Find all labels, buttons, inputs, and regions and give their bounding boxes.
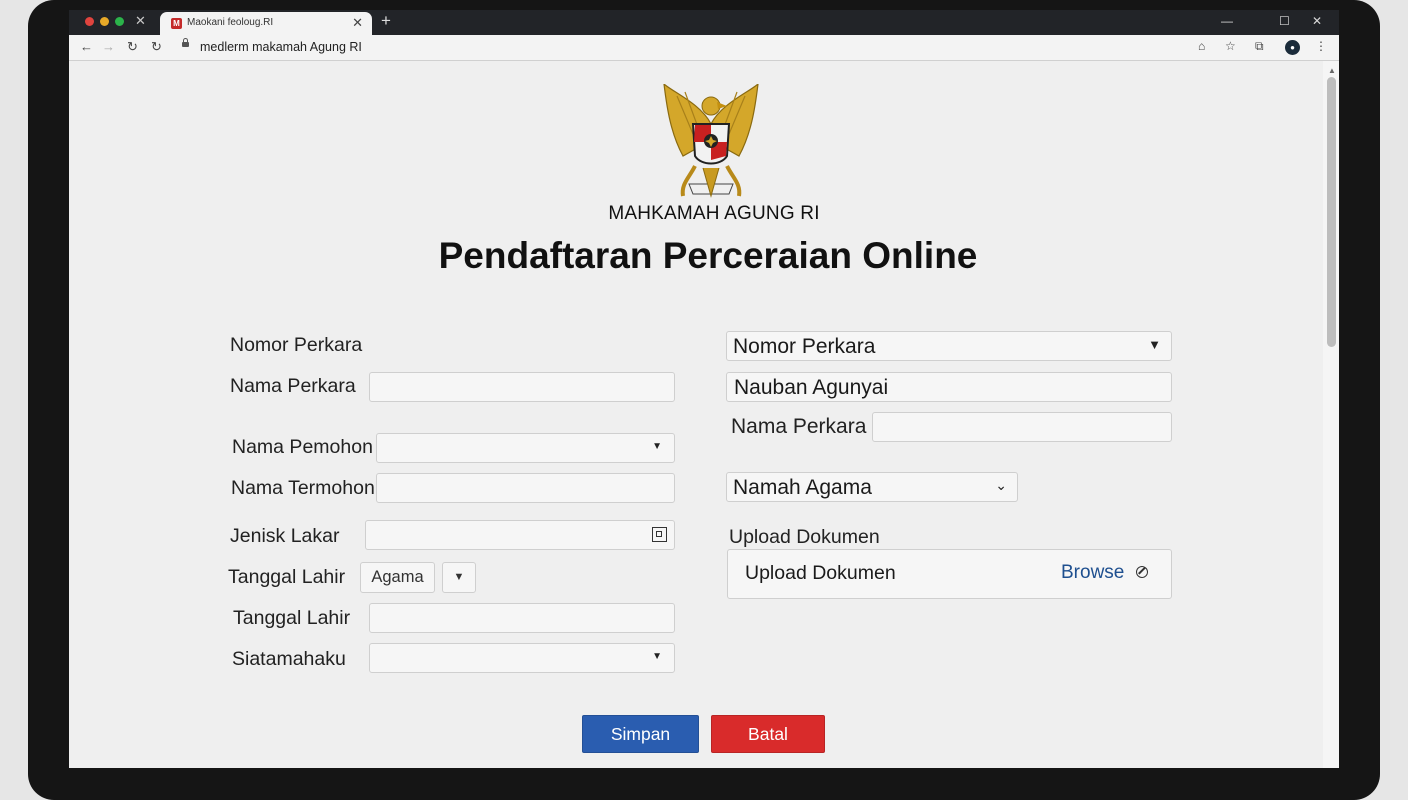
scrollbar[interactable]: ▲ [1323, 61, 1339, 768]
agama-select[interactable]: Agama [360, 562, 435, 593]
scrollbar-thumb[interactable] [1327, 77, 1336, 347]
namah-agama-value: Namah Agama [733, 476, 872, 499]
home-icon[interactable]: ⌂ [1198, 39, 1205, 53]
browser-tab[interactable]: M Maokani feoloug.RI ✕ [160, 12, 372, 35]
chevron-down-icon: ▼ [453, 571, 465, 583]
siatamahaku-label: Siatamahaku [232, 648, 346, 670]
nama-perkara-right-label: Nama Perkara [731, 415, 867, 438]
chevron-down-icon: ▼ [652, 651, 662, 662]
page-content: MAHKAMAH AGUNG RI Pendaftaran Perceraian… [69, 61, 1323, 768]
tab-close-icon[interactable]: ✕ [352, 15, 363, 31]
new-tab-icon[interactable]: + [381, 11, 391, 31]
tanggal-lahir-label: Tanggal Lahir [228, 566, 346, 588]
page-title: Pendaftaran Perceraian Online [438, 235, 978, 276]
cancel-button[interactable]: Batal [711, 715, 825, 753]
chevron-down-icon: ⌄ [995, 477, 1007, 493]
favicon-icon: M [171, 18, 182, 29]
nomor-perkara-select-value: Nomor Perkara [733, 335, 876, 358]
profile-avatar-icon[interactable]: ● [1285, 40, 1300, 55]
upload-dokumen-field[interactable]: Upload Dokumen Browse [727, 549, 1172, 599]
clear-icon[interactable] [1136, 566, 1148, 578]
garuda-emblem-icon [663, 84, 759, 198]
institution-name: MAHKAMAH AGUNG RI [608, 203, 820, 224]
nama-pemohon-select[interactable]: ▼ [376, 433, 675, 463]
close-icon[interactable]: ✕ [135, 13, 146, 29]
address-bar[interactable]: medlerm makamah Agung RI [200, 40, 362, 54]
save-button[interactable]: Simpan [582, 715, 699, 753]
maximize-dot-icon[interactable] [115, 17, 124, 26]
window-close-icon[interactable]: ✕ [1312, 14, 1322, 28]
browser-window: ✕ M Maokani feoloug.RI ✕ + — ☐ ✕ ← → ↻ ↻… [69, 10, 1339, 768]
minimize-icon[interactable]: — [1221, 14, 1233, 28]
tab-strip: ✕ M Maokani feoloug.RI ✕ + — ☐ ✕ [69, 10, 1339, 35]
chevron-down-icon: ▼ [652, 441, 662, 452]
jenisk-lakar-date-input[interactable] [365, 520, 675, 550]
upload-dokumen-text: Upload Dokumen [745, 562, 896, 584]
browser-toolbar: ← → ↻ ↻ medlerm makamah Agung RI ⌂ ☆ ⧉ ●… [69, 35, 1339, 61]
chevron-down-icon: ▼ [1148, 337, 1161, 352]
agama-dropdown-button[interactable]: ▼ [442, 562, 476, 593]
tab-title: Maokani feoloug.RI [187, 17, 274, 28]
forward-icon[interactable]: → [102, 39, 115, 54]
refresh-icon[interactable]: ↻ [151, 39, 162, 55]
namah-agama-select[interactable]: Namah Agama ⌄ [726, 472, 1018, 502]
nama-termohon-label: Nama Termohon [231, 477, 375, 499]
nomor-perkara-label: Nomor Perkara [230, 334, 363, 356]
siatamahaku-select[interactable]: ▼ [369, 643, 675, 673]
nama-perkara-right-input[interactable] [872, 412, 1172, 442]
calendar-icon[interactable] [652, 527, 667, 542]
nauban-agunyai-value: Nauban Agunyai [734, 376, 889, 399]
bookmark-star-icon[interactable]: ☆ [1225, 39, 1236, 53]
minimize-dot-icon[interactable] [100, 17, 109, 26]
tanggal-lahir-input[interactable] [369, 603, 675, 633]
nama-perkara-input[interactable] [369, 372, 675, 402]
nama-termohon-input[interactable] [376, 473, 675, 503]
tanggal-lahir-label-2: Tanggal Lahir [233, 607, 351, 629]
nauban-agunyai-input[interactable]: Nauban Agunyai [726, 372, 1172, 402]
menu-kebab-icon[interactable]: ⋮ [1315, 39, 1327, 53]
scroll-up-icon[interactable]: ▲ [1328, 66, 1336, 75]
restore-icon[interactable]: ☐ [1279, 14, 1290, 28]
extension-icon[interactable]: ⧉ [1255, 39, 1264, 54]
nama-perkara-label: Nama Perkara [230, 375, 356, 397]
back-icon[interactable]: ← [80, 39, 93, 54]
lock-icon[interactable] [182, 38, 189, 47]
browse-button[interactable]: Browse [1061, 562, 1124, 584]
upload-dokumen-label: Upload Dokumen [729, 526, 880, 548]
nama-pemohon-label: Nama Pemohon [232, 436, 373, 458]
window-dots [85, 17, 124, 26]
nomor-perkara-select[interactable]: Nomor Perkara ▼ [726, 331, 1172, 361]
reload-icon[interactable]: ↻ [127, 39, 138, 55]
close-dot-icon[interactable] [85, 17, 94, 26]
jenisk-lakar-label: Jenisk Lakar [230, 525, 340, 547]
